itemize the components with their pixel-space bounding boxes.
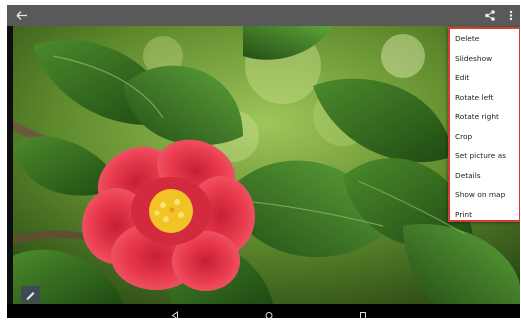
menu-item-delete[interactable]: Delete	[450, 29, 519, 49]
menu-item-crop[interactable]: Crop	[450, 127, 519, 147]
nav-back-button[interactable]	[169, 306, 181, 318]
menu-item-edit[interactable]: Edit	[450, 68, 519, 88]
menu-item-slideshow[interactable]: Slideshow	[450, 49, 519, 69]
nav-back-icon	[171, 311, 178, 318]
menu-item-rotate-left[interactable]: Rotate left	[450, 88, 519, 108]
menu-item-print[interactable]: Print	[450, 205, 519, 225]
menu-item-set-picture-as[interactable]: Set picture as	[450, 146, 519, 166]
menu-item-show-on-map[interactable]: Show on map	[450, 185, 519, 205]
nav-home-icon	[265, 312, 273, 318]
nav-recents-button[interactable]	[357, 306, 369, 318]
flower-photo	[13, 26, 520, 304]
menu-item-rotate-right[interactable]: Rotate right	[450, 107, 519, 127]
screen: Delete Slideshow Edit Rotate left Rotate…	[7, 5, 520, 318]
back-button[interactable]	[13, 7, 31, 24]
photo[interactable]	[13, 26, 520, 304]
share-button[interactable]	[481, 7, 499, 24]
nav-recents-icon	[360, 312, 366, 318]
arrow-back-icon	[16, 11, 27, 20]
edit-button[interactable]	[21, 286, 40, 303]
overflow-menu: Delete Slideshow Edit Rotate left Rotate…	[448, 27, 520, 222]
action-bar	[7, 5, 520, 26]
share-icon	[485, 10, 495, 21]
pencil-icon	[26, 292, 35, 300]
more-vert-icon	[509, 10, 513, 21]
overflow-menu-button[interactable]	[505, 7, 517, 24]
navigation-bar	[7, 304, 520, 318]
nav-home-button[interactable]	[263, 306, 275, 318]
menu-item-details[interactable]: Details	[450, 166, 519, 186]
